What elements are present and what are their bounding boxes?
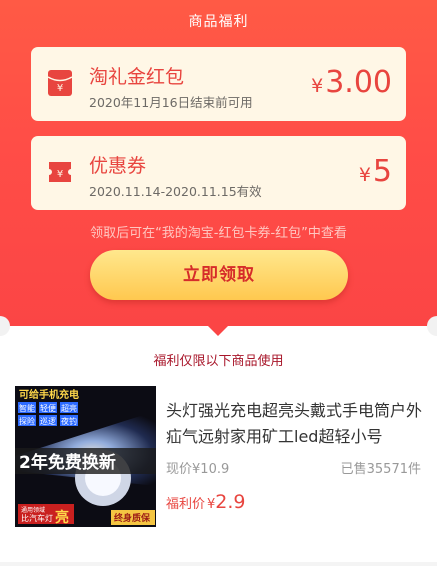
image-tag: 智能 bbox=[19, 403, 35, 413]
sold-count: 已售35571件 bbox=[341, 458, 421, 477]
current-price-value: 10.9 bbox=[200, 462, 230, 477]
section-title: 福利仅限以下商品使用 bbox=[153, 354, 284, 369]
image-footer-compare: 比汽车灯 bbox=[21, 513, 53, 523]
coupon-validity: 2020年11月16日结束前可用 bbox=[89, 95, 253, 110]
current-price-label: 现价 bbox=[166, 462, 193, 477]
coupon-title: 淘礼金红包 bbox=[89, 66, 185, 88]
sold-value: 35571 bbox=[366, 462, 408, 477]
claim-note: 领取后可在“我的淘宝-红包卡券-红包”中查看 bbox=[90, 226, 347, 241]
image-headline: 可给手机充电 bbox=[19, 388, 79, 401]
product-title[interactable]: 头灯强光充电超亮头戴式手电筒户外疝气远射家用矿工led超轻小号 bbox=[166, 398, 424, 450]
image-tag: 夜钓 bbox=[61, 416, 77, 426]
coupon-amount: ¥3.00 bbox=[311, 65, 392, 100]
panel-notch bbox=[208, 326, 228, 336]
bottom-divider bbox=[0, 562, 437, 566]
deal-price: 福利价 ¥2.9 bbox=[166, 491, 246, 513]
benefits-panel: 商品福利 ¥ 淘礼金红包 2020年11月16日结束前可用 ¥3.00 ¥ 优惠… bbox=[0, 0, 437, 326]
image-tag: 巡逻 bbox=[40, 416, 56, 426]
coupon-validity: 2020.11.14-2020.11.15有效 bbox=[89, 184, 262, 199]
image-tag: 轻便 bbox=[40, 403, 56, 413]
coupon-amount: ¥5 bbox=[359, 154, 392, 189]
currency-symbol: ¥ bbox=[358, 164, 371, 186]
red-envelope-icon: ¥ bbox=[47, 69, 73, 97]
coupon-value: 3.00 bbox=[325, 65, 392, 100]
current-price: 现价¥10.9 bbox=[166, 458, 229, 477]
page-title: 商品福利 bbox=[188, 14, 249, 30]
welfare-page: 商品福利 ¥ 淘礼金红包 2020年11月16日结束前可用 ¥3.00 ¥ 优惠… bbox=[0, 0, 437, 566]
sold-unit: 件 bbox=[407, 462, 421, 477]
product-image[interactable]: 可给手机充电 智能 轻便 超亮 探险 巡逻 夜钓 2年免费换新 通用领域 比汽车… bbox=[15, 386, 156, 527]
image-footer-small: 通用领域 bbox=[21, 506, 45, 514]
coupon-value: 5 bbox=[372, 154, 392, 189]
ticket-icon: ¥ bbox=[47, 158, 73, 186]
image-tag: 超亮 bbox=[61, 403, 77, 413]
image-footer-big: 亮 bbox=[55, 509, 69, 526]
discount-coupon-card[interactable]: ¥ 优惠券 2020.11.14-2020.11.15有效 ¥5 bbox=[31, 136, 406, 210]
currency-symbol: ¥ bbox=[311, 75, 324, 97]
sold-label: 已售 bbox=[340, 462, 367, 477]
right-cutout bbox=[427, 316, 437, 336]
image-tag: 探险 bbox=[19, 416, 35, 426]
image-footer-right: 终身质保 bbox=[113, 512, 151, 524]
svg-text:¥: ¥ bbox=[57, 169, 63, 180]
taolijin-coupon-card[interactable]: ¥ 淘礼金红包 2020年11月16日结束前可用 ¥3.00 bbox=[31, 47, 406, 121]
deal-price-label: 福利价 bbox=[166, 497, 206, 512]
coupon-title: 优惠券 bbox=[89, 155, 147, 177]
deal-price-value: 2.9 bbox=[215, 491, 246, 513]
claim-now-button[interactable]: 立即领取 bbox=[90, 250, 348, 300]
svg-text:¥: ¥ bbox=[57, 83, 63, 94]
image-banner: 2年免费换新 bbox=[19, 452, 116, 473]
